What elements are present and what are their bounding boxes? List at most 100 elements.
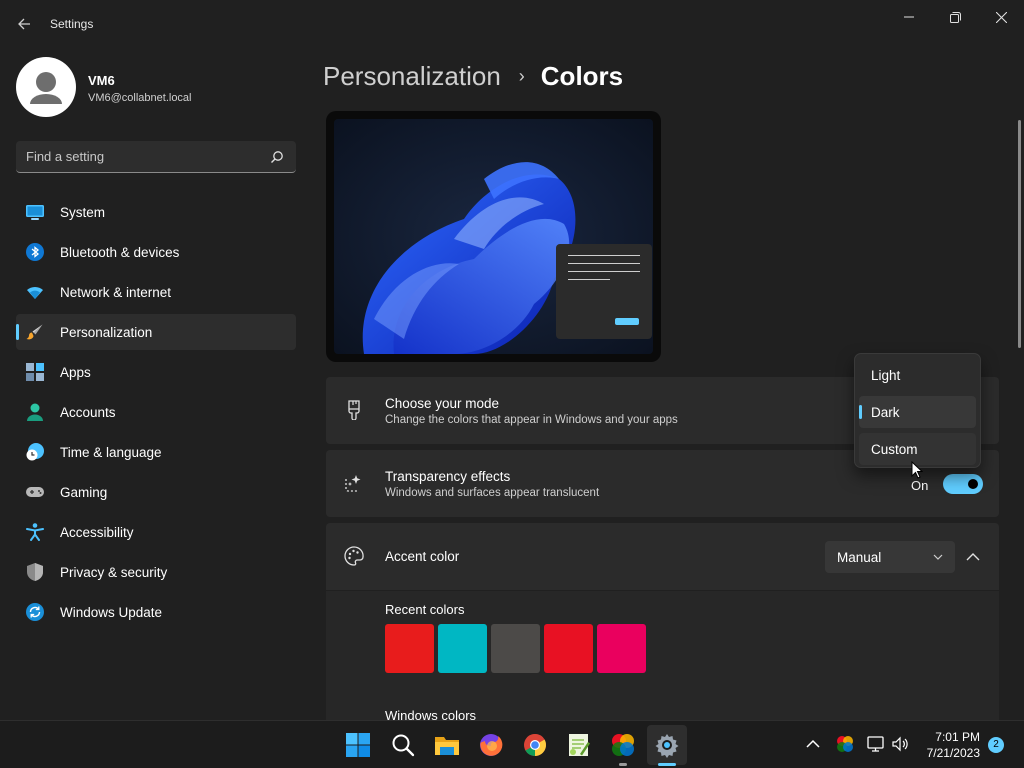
minimize-icon bbox=[904, 16, 914, 18]
taskbar-notepad-plus[interactable] bbox=[566, 732, 592, 758]
sidebar-item-label: Accessibility bbox=[60, 525, 134, 540]
sidebar-nav: System Bluetooth & devices Network & int… bbox=[16, 194, 296, 634]
system-icon bbox=[26, 205, 44, 220]
taskbar-firefox[interactable] bbox=[478, 732, 504, 758]
sidebar-item-network[interactable]: Network & internet bbox=[16, 274, 296, 310]
user-profile[interactable]: VM6 VM6@collabnet.local bbox=[16, 57, 296, 117]
menu-item-light[interactable]: Light bbox=[859, 359, 976, 391]
clock-date[interactable]: 7/21/2023 bbox=[927, 746, 980, 760]
minimize-button[interactable] bbox=[886, 4, 932, 30]
volume-icon[interactable] bbox=[891, 735, 909, 753]
brush-icon bbox=[26, 324, 43, 340]
taskbar-start-button[interactable] bbox=[345, 732, 371, 758]
sidebar-item-windows-update[interactable]: Windows Update bbox=[16, 594, 296, 630]
taskbar-color-app[interactable] bbox=[610, 732, 636, 758]
close-icon bbox=[995, 11, 1007, 23]
user-silhouette-icon bbox=[30, 72, 62, 104]
sidebar-item-apps[interactable]: Apps bbox=[16, 354, 296, 390]
menu-item-label: Dark bbox=[871, 405, 900, 420]
network-icon[interactable] bbox=[867, 735, 885, 753]
sidebar-item-label: Apps bbox=[60, 365, 91, 380]
sidebar-item-time-language[interactable]: Time & language bbox=[16, 434, 296, 470]
sidebar-item-bluetooth[interactable]: Bluetooth & devices bbox=[16, 234, 296, 270]
sidebar-item-system[interactable]: System bbox=[16, 194, 296, 230]
color-swatch[interactable] bbox=[544, 624, 593, 673]
color-swatch[interactable] bbox=[385, 624, 434, 673]
preview-line bbox=[568, 263, 640, 264]
search-box[interactable] bbox=[16, 141, 296, 173]
color-swatch[interactable] bbox=[491, 624, 540, 673]
sidebar-item-accounts[interactable]: Accounts bbox=[16, 394, 296, 430]
palette-icon bbox=[344, 546, 364, 566]
update-icon bbox=[26, 603, 44, 621]
accounts-icon bbox=[27, 403, 43, 421]
close-button[interactable] bbox=[978, 4, 1024, 30]
sidebar-item-accessibility[interactable]: Accessibility bbox=[16, 514, 296, 550]
chevron-up-icon[interactable] bbox=[963, 547, 983, 567]
transparency-toggle[interactable] bbox=[943, 474, 983, 494]
mouse-cursor-icon bbox=[911, 461, 923, 479]
color-swatch[interactable] bbox=[597, 624, 646, 673]
active-indicator bbox=[658, 763, 676, 766]
paintbrush-icon bbox=[348, 400, 360, 420]
taskbar-settings[interactable] bbox=[654, 732, 680, 758]
firefox-icon bbox=[480, 734, 503, 756]
shield-icon bbox=[27, 563, 43, 581]
preview-line bbox=[568, 279, 610, 280]
menu-item-label: Custom bbox=[871, 442, 918, 457]
sidebar-item-label: Bluetooth & devices bbox=[60, 245, 180, 260]
sidebar-item-label: Windows Update bbox=[60, 605, 163, 620]
sidebar-item-label: Privacy & security bbox=[60, 565, 168, 580]
mode-subtitle: Change the colors that appear in Windows… bbox=[385, 414, 678, 426]
back-button[interactable] bbox=[12, 10, 36, 38]
toggle-knob bbox=[968, 479, 978, 489]
taskbar-file-explorer[interactable] bbox=[434, 732, 460, 758]
preview-line bbox=[568, 255, 640, 256]
sidebar-item-personalization[interactable]: Personalization bbox=[16, 314, 296, 350]
maximize-button[interactable] bbox=[932, 4, 978, 30]
gamepad-icon bbox=[26, 487, 44, 497]
maximize-icon bbox=[949, 11, 961, 23]
search-icon bbox=[392, 734, 415, 757]
accent-color-expanded: Recent colors Windows colors bbox=[326, 591, 999, 723]
search-icon bbox=[271, 151, 283, 163]
sidebar-item-label: Accounts bbox=[60, 405, 116, 420]
notification-badge[interactable]: 2 bbox=[988, 737, 1004, 753]
theme-preview bbox=[326, 111, 661, 362]
user-name: VM6 bbox=[88, 73, 115, 88]
search-input[interactable] bbox=[26, 141, 266, 172]
bluetooth-icon bbox=[26, 243, 44, 261]
transparency-sparkle-icon bbox=[345, 475, 361, 492]
back-arrow-icon bbox=[18, 18, 30, 30]
color-tray-icon[interactable] bbox=[836, 735, 854, 753]
sidebar-item-gaming[interactable]: Gaming bbox=[16, 474, 296, 510]
sidebar-item-label: Time & language bbox=[60, 445, 162, 460]
accent-mode-select[interactable]: Manual bbox=[825, 541, 955, 573]
sidebar-item-label: System bbox=[60, 205, 106, 220]
recent-colors-list bbox=[385, 624, 646, 673]
accent-color-card: Accent color Manual bbox=[326, 523, 999, 590]
breadcrumb-parent[interactable]: Personalization bbox=[323, 61, 501, 92]
color-swatch[interactable] bbox=[438, 624, 487, 673]
transparency-subtitle: Windows and surfaces appear translucent bbox=[385, 487, 600, 499]
preview-line bbox=[568, 271, 640, 272]
transparency-title: Transparency effects bbox=[385, 469, 511, 484]
taskbar-chrome[interactable] bbox=[522, 732, 548, 758]
apps-icon bbox=[26, 363, 44, 381]
color-app-icon bbox=[612, 734, 634, 756]
transparency-state-label: On bbox=[911, 478, 929, 493]
taskbar: 7:01 PM 7/21/2023 2 bbox=[0, 720, 1024, 768]
settings-icon bbox=[655, 734, 679, 758]
sidebar-item-privacy[interactable]: Privacy & security bbox=[16, 554, 296, 590]
notepad-plus-icon bbox=[569, 734, 590, 756]
running-indicator bbox=[619, 763, 627, 766]
wallpaper-preview bbox=[334, 119, 653, 354]
chevron-up-icon[interactable] bbox=[804, 735, 822, 753]
accent-mode-value: Manual bbox=[837, 550, 882, 565]
menu-item-dark[interactable]: Dark bbox=[859, 396, 976, 428]
scrollbar[interactable] bbox=[1018, 120, 1021, 348]
sidebar-item-label: Gaming bbox=[60, 485, 108, 500]
taskbar-search-button[interactable] bbox=[390, 732, 416, 758]
sidebar-item-label: Network & internet bbox=[60, 285, 172, 300]
clock-time[interactable]: 7:01 PM bbox=[935, 730, 980, 744]
